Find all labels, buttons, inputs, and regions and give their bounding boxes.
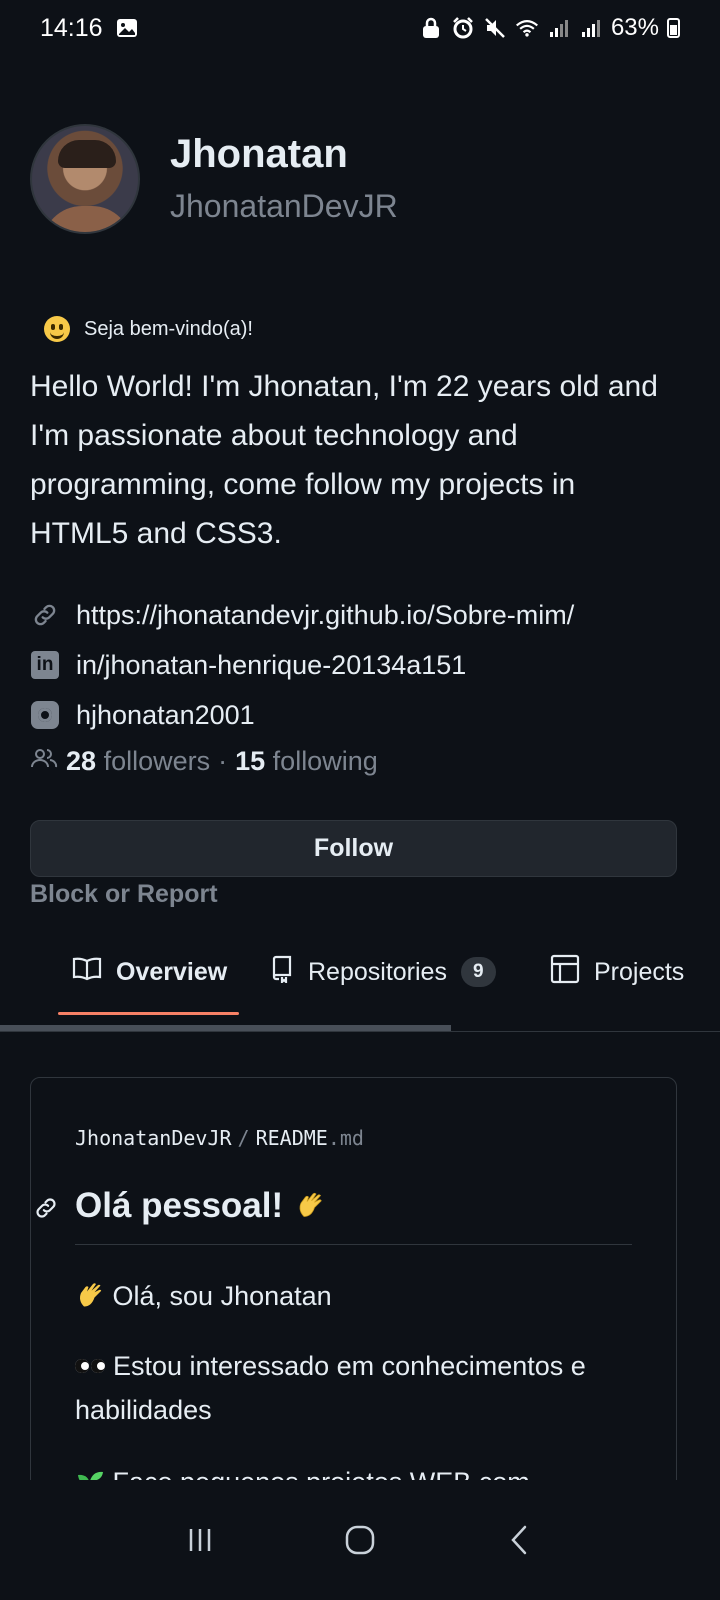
- website-link[interactable]: https://jhonatandevjr.github.io/Sobre-mi…: [30, 590, 690, 640]
- tab-overview[interactable]: Overview: [72, 952, 227, 992]
- readme-divider: [75, 1244, 632, 1245]
- status-message[interactable]: Seja bem-vindo(a)!: [30, 316, 253, 342]
- linkedin-link[interactable]: in in/jhonatan-henrique-20134a151: [30, 640, 690, 690]
- recents-icon: [189, 1529, 211, 1551]
- back-button[interactable]: [490, 1510, 550, 1570]
- anchor-link-icon[interactable]: [33, 1195, 61, 1223]
- linkedin-icon: in: [30, 650, 60, 680]
- eyes-icon: [75, 1357, 107, 1377]
- instagram-icon: [30, 700, 60, 730]
- following-link[interactable]: 15 following: [235, 746, 378, 777]
- readme-file-name: README: [255, 1126, 328, 1150]
- following-count: 15: [235, 746, 266, 776]
- block-report-link[interactable]: Block or Report: [30, 880, 218, 909]
- waving-hand-icon: [299, 1192, 322, 1217]
- profile-bio: Hello World! I'm Jhonatan, I'm 22 years …: [30, 370, 658, 550]
- status-text: Seja bem-vindo(a)!: [84, 317, 253, 340]
- smiley-icon: [44, 316, 70, 342]
- repo-icon: [270, 955, 294, 990]
- link-icon: [30, 600, 60, 630]
- instagram-link[interactable]: hjhonatan2001: [30, 690, 690, 740]
- system-nav-bar: [0, 1480, 720, 1600]
- people-icon: [30, 746, 58, 777]
- book-icon: [72, 956, 102, 989]
- alarm-icon: [451, 16, 475, 40]
- follow-stats: 28 followers · 15 following: [30, 746, 378, 777]
- tab-repositories[interactable]: Repositories 9: [270, 952, 496, 992]
- follow-button[interactable]: Follow: [30, 820, 677, 877]
- battery-percent: 63%: [610, 14, 659, 41]
- screen: 14:16 63% Jhonatan JhonatanDevJR Seja be…: [0, 0, 720, 1600]
- mute-icon: [483, 16, 507, 40]
- linkedin-link-text: in/jhonatan-henrique-20134a151: [76, 649, 467, 680]
- profile-tabs: Overview Repositories 9 Projects: [0, 940, 720, 1032]
- readme-line-2: Estou interessado em conhecimentos e hab…: [75, 1351, 586, 1425]
- readme-line-1: Olá, sou Jhonatan: [75, 1274, 635, 1318]
- wifi-icon: [515, 16, 539, 40]
- readme-title: Olá pessoal!: [75, 1186, 325, 1226]
- readme-card: JhonatanDevJR / README.md Olá pessoal! Olá…: [30, 1077, 677, 1547]
- status-bar: 14:16 63%: [0, 0, 720, 56]
- followers-link[interactable]: 28 followers: [66, 746, 210, 777]
- waving-hand-icon: [80, 1283, 102, 1307]
- battery-icon: [667, 18, 680, 38]
- active-tab-indicator: [58, 1012, 239, 1015]
- recents-button[interactable]: [170, 1510, 230, 1570]
- instagram-link-text: hjhonatan2001: [76, 699, 255, 730]
- website-link-text: https://jhonatandevjr.github.io/Sobre-mi…: [76, 599, 575, 630]
- readme-path[interactable]: JhonatanDevJR / README.md: [75, 1126, 364, 1150]
- table-icon: [550, 954, 580, 991]
- signal-icon: [547, 16, 571, 40]
- home-button[interactable]: [330, 1510, 390, 1570]
- repositories-count: 9: [460, 957, 496, 987]
- readme-owner: JhonatanDevJR: [75, 1126, 232, 1150]
- status-time: 14:16: [40, 13, 103, 42]
- avatar[interactable]: [30, 124, 140, 234]
- signal-icon: [579, 16, 603, 40]
- image-icon: [115, 16, 139, 40]
- profile-links: https://jhonatandevjr.github.io/Sobre-mi…: [30, 590, 690, 740]
- profile-username: JhonatanDevJR: [170, 188, 398, 224]
- home-icon: [345, 1525, 375, 1555]
- lock-icon: [419, 16, 443, 40]
- back-icon: [511, 1525, 527, 1555]
- followers-count: 28: [66, 746, 97, 776]
- profile-name: Jhonatan: [170, 132, 348, 176]
- tab-projects[interactable]: Projects: [550, 952, 684, 992]
- tabs-scrollbar[interactable]: [0, 1025, 451, 1031]
